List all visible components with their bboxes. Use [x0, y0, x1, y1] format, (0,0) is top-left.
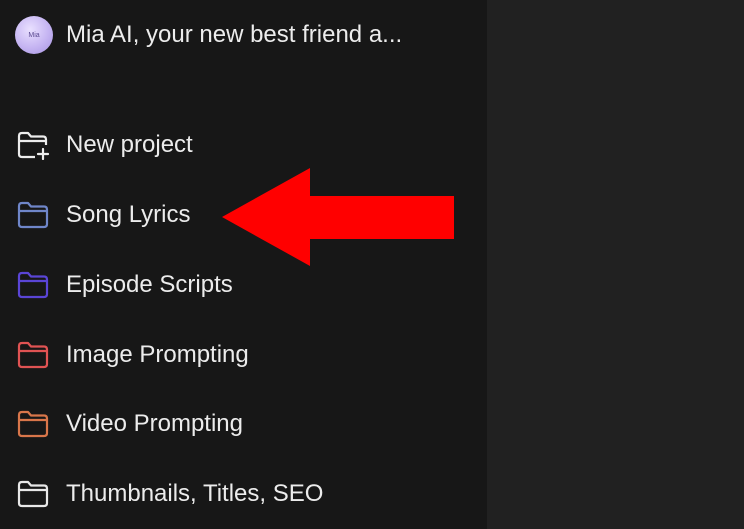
project-label: Thumbnails, Titles, SEO	[66, 480, 324, 507]
new-project-label: New project	[66, 131, 193, 158]
annotation-arrow-icon	[222, 168, 454, 266]
folder-icon	[15, 476, 51, 512]
project-item-image-prompting[interactable]: Image Prompting	[15, 333, 475, 377]
avatar: Mia	[15, 16, 53, 54]
folder-icon	[15, 267, 51, 303]
new-project-button[interactable]: New project	[15, 123, 475, 167]
project-item-thumbnails-titles-seo[interactable]: Thumbnails, Titles, SEO	[15, 472, 475, 516]
project-label: Image Prompting	[66, 341, 249, 368]
project-item-episode-scripts[interactable]: Episode Scripts	[15, 263, 475, 307]
project-label: Video Prompting	[66, 410, 243, 437]
avatar-text: Mia	[28, 31, 40, 39]
project-item-video-prompting[interactable]: Video Prompting	[15, 402, 475, 446]
gpt-item-mia[interactable]: Mia Mia AI, your new best friend a...	[15, 15, 475, 55]
folder-icon	[15, 406, 51, 442]
folder-icon	[15, 197, 51, 233]
folder-plus-icon	[15, 127, 51, 163]
project-label: Song Lyrics	[66, 201, 191, 228]
main-content-area	[487, 0, 744, 529]
folder-icon	[15, 337, 51, 373]
gpt-title: Mia AI, your new best friend a...	[66, 21, 403, 48]
project-label: Episode Scripts	[66, 271, 233, 298]
